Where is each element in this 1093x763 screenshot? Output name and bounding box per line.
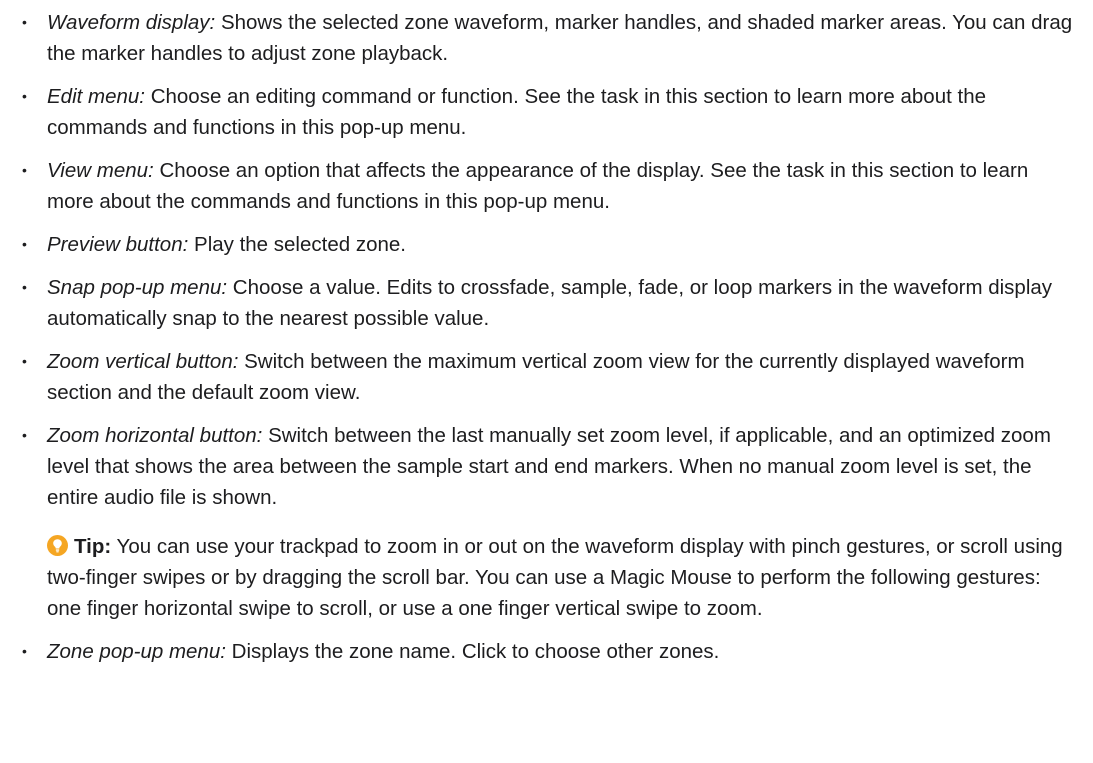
list-item: • Zoom vertical button: Switch between t… bbox=[0, 346, 1093, 408]
item-term: Zoom horizontal button: bbox=[47, 424, 263, 447]
tip-note: Tip: You can use your trackpad to zoom i… bbox=[47, 531, 1079, 624]
bullet-icon: • bbox=[22, 88, 27, 104]
bullet-icon: • bbox=[22, 14, 27, 30]
list-item: • Preview button: Play the selected zone… bbox=[0, 229, 1093, 260]
item-term: Zone pop-up menu: bbox=[47, 640, 226, 663]
item-description: Choose an editing command or function. S… bbox=[47, 85, 986, 139]
lightbulb-icon bbox=[47, 534, 68, 556]
item-term: Zoom vertical button: bbox=[47, 350, 239, 373]
definition-list: • Waveform display: Shows the selected z… bbox=[0, 7, 1093, 679]
item-description: Choose an option that affects the appear… bbox=[47, 159, 1029, 213]
list-item: • Zoom horizontal button: Switch between… bbox=[0, 420, 1093, 624]
list-item: • Waveform display: Shows the selected z… bbox=[0, 7, 1093, 69]
item-term: Preview button: bbox=[47, 233, 189, 256]
item-description: Play the selected zone. bbox=[194, 233, 406, 256]
document-body: • Waveform display: Shows the selected z… bbox=[0, 0, 1093, 763]
item-description: Displays the zone name. Click to choose … bbox=[231, 640, 720, 663]
bullet-icon: • bbox=[22, 162, 27, 178]
item-term: Waveform display: bbox=[47, 11, 216, 34]
list-item: • Edit menu: Choose an editing command o… bbox=[0, 81, 1093, 143]
tip-text: You can use your trackpad to zoom in or … bbox=[47, 535, 1063, 620]
bullet-icon: • bbox=[22, 353, 27, 369]
item-term: Edit menu: bbox=[47, 85, 145, 108]
bullet-icon: • bbox=[22, 236, 27, 252]
list-item: • Zone pop-up menu: Displays the zone na… bbox=[0, 636, 1093, 667]
bullet-icon: • bbox=[22, 279, 27, 295]
item-term: Snap pop-up menu: bbox=[47, 276, 228, 299]
bullet-icon: • bbox=[22, 643, 27, 659]
list-item: • View menu: Choose an option that affec… bbox=[0, 155, 1093, 217]
item-term: View menu: bbox=[47, 159, 154, 182]
bullet-icon: • bbox=[22, 427, 27, 443]
list-item: • Snap pop-up menu: Choose a value. Edit… bbox=[0, 272, 1093, 334]
tip-label: Tip: bbox=[74, 535, 112, 558]
